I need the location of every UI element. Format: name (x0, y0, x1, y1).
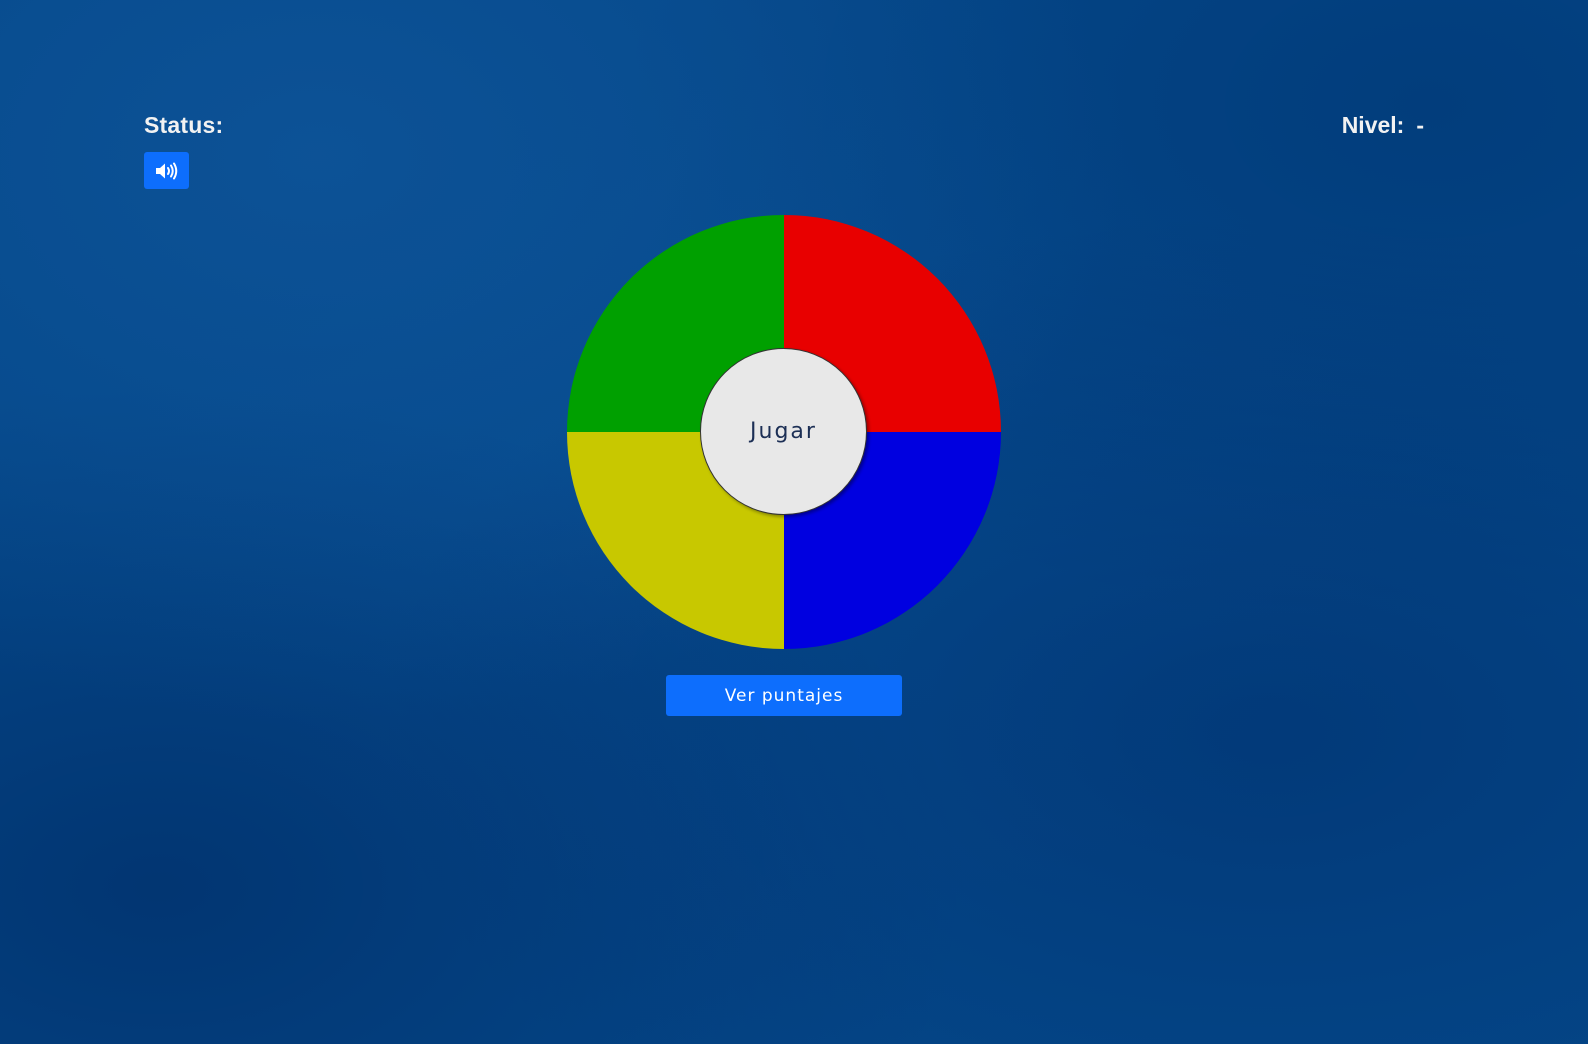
status-label-text: Status: (144, 112, 224, 138)
status-label: Status: (144, 112, 223, 139)
play-button[interactable]: Jugar (700, 348, 867, 515)
level-value: - (1416, 112, 1424, 138)
level-label: Nivel: (1341, 112, 1405, 138)
view-scores-button[interactable]: Ver puntajes (666, 675, 902, 716)
level-indicator: Nivel: - (1342, 112, 1424, 139)
volume-up-icon (155, 162, 177, 179)
sound-toggle-button[interactable] (144, 152, 189, 189)
